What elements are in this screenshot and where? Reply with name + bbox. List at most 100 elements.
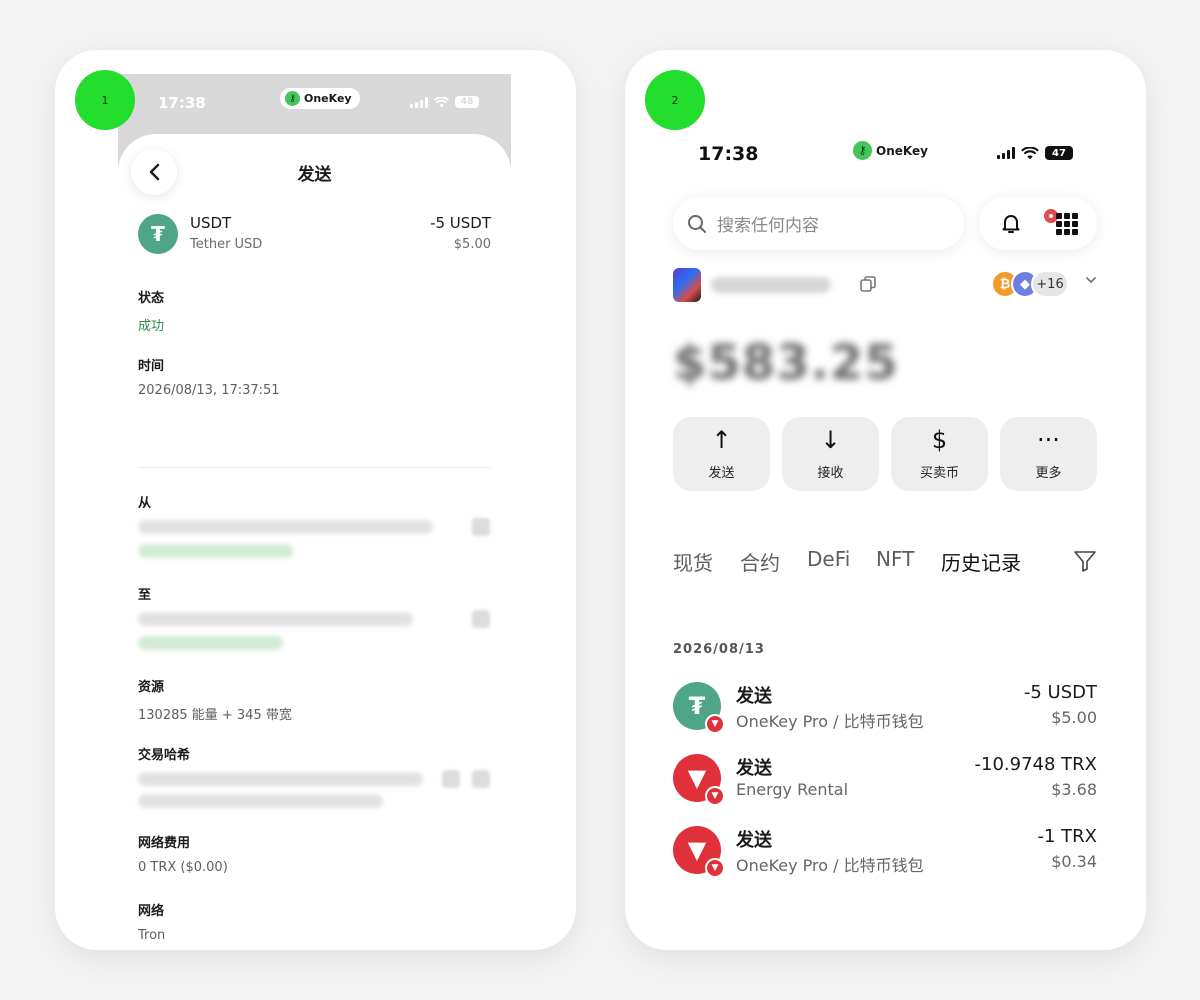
arrow-up-icon: ↑ <box>711 425 732 454</box>
onekey-pill: ⚷ OneKey <box>280 88 360 109</box>
asset-amount: -5 USDT <box>430 214 491 232</box>
list-item[interactable]: ▼ ▼ 发送 Energy Rental -10.9748 TRX $3.68 <box>673 752 1097 806</box>
tx-hash-redacted-line2 <box>138 794 383 808</box>
from-label: 从 <box>138 496 152 511</box>
tx-usd: $0.34 <box>1051 852 1097 871</box>
asset-summary: ₮ USDT Tether USD -5 USDT $5.00 <box>138 212 491 256</box>
tx-title: 发送 <box>736 686 772 707</box>
tab-bar: 现货 合约 DeFi NFT 历史记录 <box>673 547 1097 577</box>
onekey-brand-name: OneKey <box>304 92 352 105</box>
trade-button[interactable]: $ 买卖币 <box>891 417 988 491</box>
onekey-logo-icon: ⚷ <box>285 91 300 106</box>
tx-amount: -10.9748 TRX <box>974 754 1097 775</box>
asset-symbol: USDT <box>190 214 232 232</box>
time-label: 时间 <box>138 359 165 374</box>
from-wallet-redacted <box>138 544 293 558</box>
account-name-redacted[interactable] <box>711 277 831 293</box>
step-badge-1: 1 <box>75 70 135 130</box>
battery-icon: 47 <box>1045 146 1073 160</box>
tx-hash-redacted[interactable] <box>138 772 423 786</box>
dollar-icon: $ <box>931 425 948 454</box>
battery-icon: 48 <box>455 96 479 108</box>
copy-icon[interactable] <box>472 518 490 536</box>
tx-title: 发送 <box>736 758 772 779</box>
tab-history[interactable]: 历史记录 <box>941 547 1021 576</box>
receive-label: 接收 <box>817 465 844 481</box>
tx-wallet: Energy Rental <box>736 780 849 799</box>
total-balance: $583.25 <box>673 335 899 391</box>
tx-wallet: OneKey Pro / 比特币钱包 <box>736 712 924 731</box>
copy-icon[interactable] <box>472 770 490 788</box>
tab-nft[interactable]: NFT <box>876 547 914 571</box>
step-badge-2: 2 <box>645 70 705 130</box>
avatar[interactable] <box>673 268 701 302</box>
resource-label: 资源 <box>138 680 165 695</box>
search-placeholder: 搜索任何内容 <box>717 216 819 236</box>
to-address-redacted[interactable] <box>138 612 413 626</box>
trade-label: 买卖币 <box>919 465 959 481</box>
send-label: 发送 <box>708 465 735 481</box>
fee-label: 网络费用 <box>138 836 191 851</box>
status-icons: 48 <box>410 96 479 108</box>
send-button[interactable]: ↑ 发送 <box>673 417 770 491</box>
fee-value: 0 TRX ($0.00) <box>138 860 228 875</box>
tron-network-icon: ▼ <box>705 786 725 806</box>
divider <box>138 467 491 468</box>
status-label: 状态 <box>138 291 165 306</box>
status-icons: 47 <box>997 146 1073 160</box>
history-date: 2026/08/13 <box>673 642 765 657</box>
more-label: 更多 <box>1035 465 1062 481</box>
apps-grid-icon[interactable] <box>1056 213 1078 235</box>
onekey-pill: ⚷ OneKey <box>847 138 934 163</box>
tron-network-icon: ▼ <box>705 858 725 878</box>
action-buttons: ↑ 发送 ↓ 接收 $ 买卖币 ··· 更多 <box>673 417 1097 491</box>
network-selector[interactable]: ₿ ◆ +16 <box>991 270 1069 298</box>
chevron-down-icon[interactable] <box>1085 274 1097 286</box>
network-label: 网络 <box>138 904 165 919</box>
to-label: 至 <box>138 588 152 603</box>
tab-spot[interactable]: 现货 <box>673 547 713 576</box>
signal-icon <box>997 146 1015 159</box>
tab-defi[interactable]: DeFi <box>807 547 850 571</box>
onekey-logo-icon: ⚷ <box>853 141 872 160</box>
more-chains-count: +16 <box>1031 270 1069 298</box>
toolbar-pill <box>979 197 1097 250</box>
copy-icon[interactable] <box>860 276 876 292</box>
tx-title: 发送 <box>736 830 772 851</box>
status-time: 17:38 <box>158 94 206 112</box>
status-time: 17:38 <box>698 143 759 165</box>
tron-network-icon: ▼ <box>705 714 725 734</box>
tab-contracts[interactable]: 合约 <box>740 547 780 576</box>
time-value: 2026/08/13, 17:37:51 <box>138 383 280 398</box>
network-value: Tron <box>138 928 166 943</box>
account-row: ₿ ◆ +16 <box>673 268 1097 302</box>
asset-name: Tether USD <box>190 237 263 252</box>
more-icon: ··· <box>1037 425 1060 454</box>
from-address-redacted[interactable] <box>138 520 433 534</box>
wifi-icon <box>434 96 449 107</box>
status-bar: 17:38 ⚷ OneKey 47 <box>625 50 1146 180</box>
search-bar[interactable]: 搜索任何内容 <box>673 197 964 250</box>
tx-hash-label: 交易哈希 <box>138 748 191 763</box>
to-wallet-redacted <box>138 636 283 650</box>
detail-sheet: 发送 ₮ USDT Tether USD -5 USDT $5.00 状态 成功… <box>118 134 511 950</box>
transaction-detail-card: 1 17:38 ⚷ OneKey 48 发送 ₮ USDT Tether USD… <box>55 50 576 950</box>
arrow-down-icon: ↓ <box>820 425 841 454</box>
notification-button[interactable] <box>999 207 1060 235</box>
search-icon <box>688 214 706 233</box>
tx-amount: -1 TRX <box>1037 826 1097 847</box>
copy-icon[interactable] <box>472 610 490 628</box>
tx-amount: -5 USDT <box>1023 682 1097 703</box>
resource-value: 130285 能量 + 345 带宽 <box>138 708 292 723</box>
more-button[interactable]: ··· 更多 <box>1000 417 1097 491</box>
tx-usd: $3.68 <box>1051 780 1097 799</box>
bell-icon <box>1002 215 1020 233</box>
usdt-coin-icon: ₮ <box>138 214 178 254</box>
wallet-home-card: 2 17:38 ⚷ OneKey 47 搜索任何内容 ₿ ◆ +16 $583.… <box>625 50 1146 950</box>
list-item[interactable]: ₮ ▼ 发送 OneKey Pro / 比特币钱包 -5 USDT $5.00 <box>673 680 1097 734</box>
list-item[interactable]: ▼ ▼ 发送 OneKey Pro / 比特币钱包 -1 TRX $0.34 <box>673 824 1097 878</box>
receive-button[interactable]: ↓ 接收 <box>782 417 879 491</box>
status-value: 成功 <box>138 319 165 334</box>
filter-icon[interactable] <box>1073 549 1097 573</box>
external-link-icon[interactable] <box>442 770 460 788</box>
